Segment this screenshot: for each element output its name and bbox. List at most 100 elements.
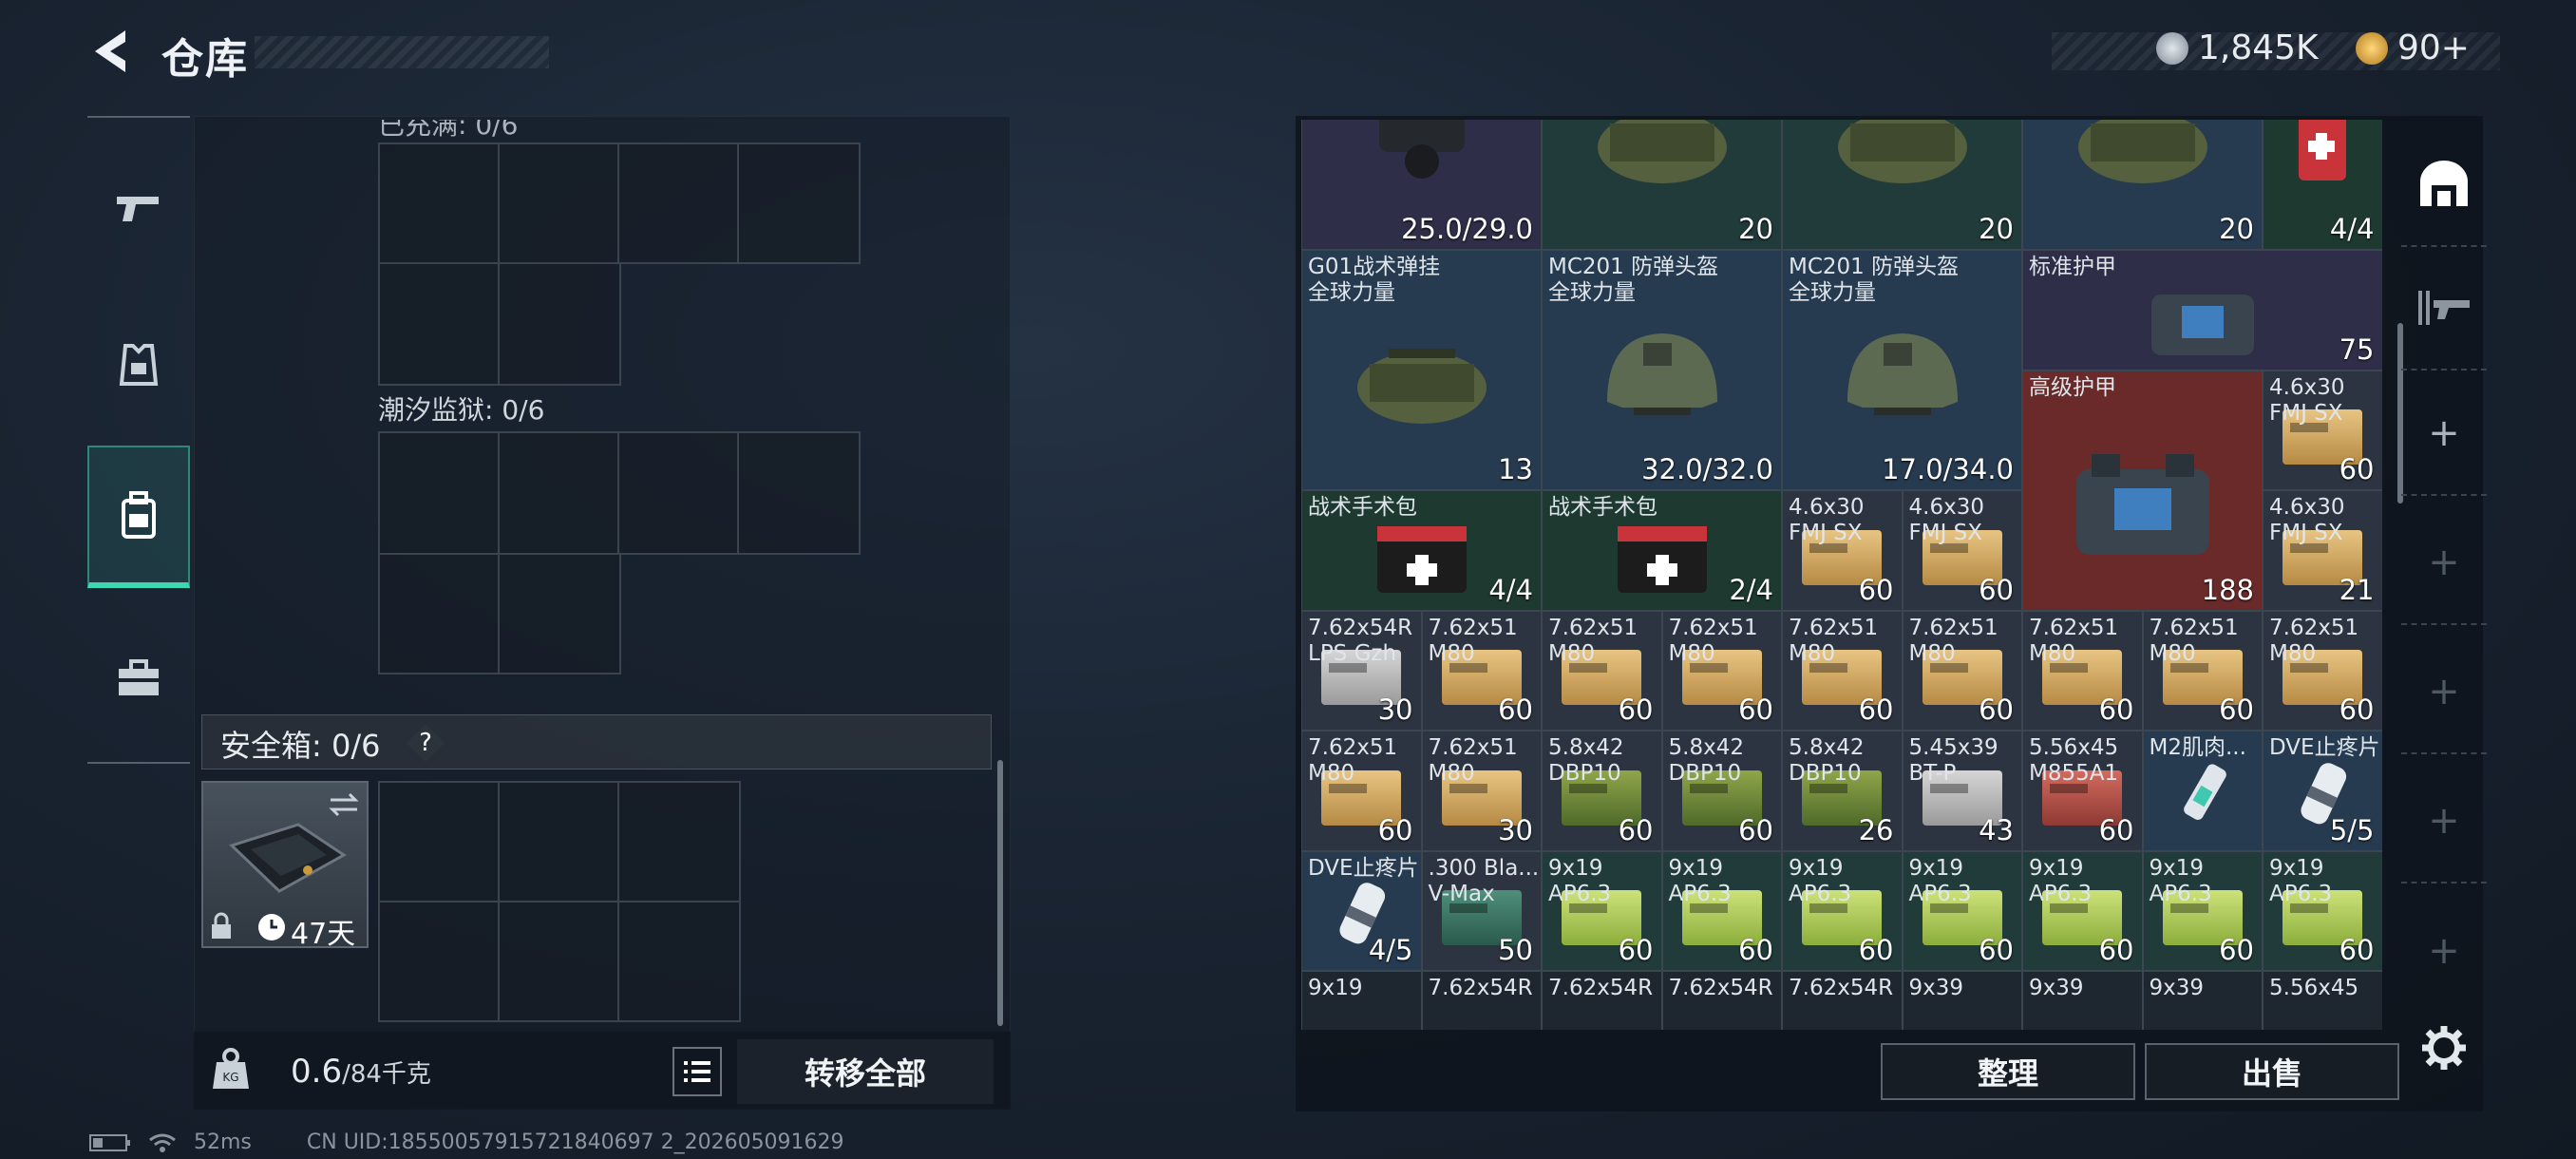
inventory-item[interactable]: 9x19 AP6.3 60 (1542, 850, 1662, 971)
container-slot[interactable] (737, 431, 861, 555)
inventory-item[interactable]: 5.56x45 (2263, 971, 2382, 1030)
inventory-item[interactable]: 20 (2022, 120, 2263, 250)
nav-backpack[interactable] (87, 446, 190, 588)
currency-secondary[interactable]: 90+ (2356, 28, 2470, 67)
swap-icon[interactable] (327, 790, 361, 819)
inventory-item[interactable]: MC201 防弹头盔 全球力量 17.0/34.0 (1782, 250, 2022, 490)
warehouse-icon (2420, 161, 2468, 206)
item-name: 7.62x54R (1789, 976, 1894, 1000)
back-button[interactable] (85, 25, 139, 78)
item-quantity: 30 (1498, 813, 1533, 846)
inventory-item[interactable]: 7.62x51 M80 60 (1542, 610, 1662, 731)
container-slot[interactable] (617, 142, 739, 264)
currency-primary[interactable]: 1,845K (2156, 28, 2319, 67)
page-title: 仓库 (161, 35, 249, 84)
rnav-add-4[interactable]: + (2401, 760, 2487, 884)
inventory-item[interactable]: 20 (1782, 120, 2022, 250)
inventory-item[interactable]: .300 Bla... V-Max 50 (1421, 850, 1542, 971)
inventory-item[interactable]: 9x19 AP6.3 60 (2142, 850, 2263, 971)
rnav-add-2[interactable]: + (2401, 502, 2487, 625)
container-slot[interactable] (378, 553, 500, 674)
secure-slot[interactable] (617, 781, 741, 902)
secure-slot[interactable] (378, 901, 500, 1022)
inventory-item[interactable]: 7.62x51 M80 60 (1782, 610, 1903, 731)
organize-button[interactable]: 整理 (1881, 1043, 2135, 1100)
item-quantity: 30 (1377, 694, 1413, 726)
inventory-item[interactable]: 20 (1542, 120, 1782, 250)
inventory-item[interactable]: 4.6x30 FMJ SX 60 (2263, 370, 2382, 490)
inventory-item[interactable]: 5.45x39 BT-P 43 (1902, 731, 2022, 851)
inventory-item[interactable]: 7.62x51 M80 60 (2263, 610, 2382, 731)
inventory-item[interactable]: 高级护甲 188 (2022, 370, 2263, 611)
inventory-item[interactable]: 9x39 (2142, 971, 2263, 1030)
inventory-item[interactable]: G01战术弹挂 全球力量 13 (1301, 250, 1542, 490)
inventory-item[interactable]: M2肌肉... (2142, 731, 2263, 851)
nav-weapon[interactable] (87, 137, 190, 279)
settings-button[interactable] (2420, 1024, 2468, 1075)
inventory-item[interactable]: 9x19 AP6.3 60 (2022, 850, 2143, 971)
inventory-item[interactable]: 7.62x54R (1542, 971, 1662, 1030)
inventory-item[interactable]: 7.62x51 M80 60 (1661, 610, 1782, 731)
inventory-item[interactable]: 7.62x54R (1782, 971, 1903, 1030)
inventory-item[interactable]: 战术手术包 4/4 (1301, 490, 1542, 611)
container-slot[interactable] (498, 262, 621, 386)
item-quantity: 2/4 (1729, 573, 1773, 606)
inventory-item[interactable]: 标准护甲 75 (2022, 250, 2382, 370)
inventory-item[interactable]: 5.8x42 DBP10 60 (1542, 731, 1662, 851)
left-scrollbar[interactable] (997, 760, 1003, 1026)
inventory-item[interactable]: 7.62x51 M80 60 (2022, 610, 2143, 731)
item-quantity: 17.0/34.0 (1882, 453, 2014, 485)
inventory-item[interactable]: 7.62x54R (1661, 971, 1782, 1030)
container-slot[interactable] (378, 431, 500, 555)
inventory-item[interactable]: 7.62x51 M80 30 (1421, 731, 1542, 851)
container-slot[interactable] (378, 262, 500, 386)
inventory-item[interactable]: 9x39 (2022, 971, 2143, 1030)
inventory-item[interactable]: 5.8x42 DBP10 26 (1782, 731, 1903, 851)
container-slot[interactable] (498, 142, 619, 264)
inventory-item[interactable]: 7.62x51 M80 60 (1902, 610, 2022, 731)
container-slot[interactable] (498, 431, 619, 555)
inventory-item[interactable]: 4.6x30 FMJ SX 60 (1902, 490, 2022, 611)
inventory-item[interactable]: 战术手术包 2/4 (1542, 490, 1782, 611)
rnav-add-1[interactable]: + (2401, 372, 2487, 496)
inventory-item[interactable]: 7.62x54R LPS Gzh 30 (1301, 610, 1422, 731)
inventory-item[interactable]: 9x39 (1902, 971, 2022, 1030)
container-slot[interactable] (498, 553, 621, 674)
item-quantity: 60 (1498, 694, 1533, 726)
inventory-item[interactable]: 7.62x54R (1421, 971, 1542, 1030)
secure-case-item[interactable]: 47天 (201, 781, 369, 951)
inventory-item[interactable]: 25.0/29.0 (1301, 120, 1542, 250)
secure-slot[interactable] (617, 901, 741, 1022)
secure-slot[interactable] (498, 901, 619, 1022)
rnav-add-3[interactable]: + (2401, 631, 2487, 754)
inventory-item[interactable]: 9x19 AP6.3 60 (2263, 850, 2382, 971)
inventory-item[interactable]: 4.6x30 FMJ SX 60 (1782, 490, 1903, 611)
inventory-item[interactable]: MC201 防弹头盔 全球力量 32.0/32.0 (1542, 250, 1782, 490)
inventory-item[interactable]: 9x19 AP6.3 60 (1902, 850, 2022, 971)
container-slot[interactable] (617, 431, 739, 555)
rnav-warehouse[interactable] (2401, 124, 2487, 247)
secure-slot[interactable] (378, 781, 500, 902)
inventory-item[interactable]: 7.62x51 M80 60 (1301, 731, 1422, 851)
rnav-add-5[interactable]: + (2401, 889, 2487, 1013)
inventory-item[interactable]: 7.62x51 M80 60 (2142, 610, 2263, 731)
inventory-item[interactable]: 4.6x30 FMJ SX 21 (2263, 490, 2382, 611)
inventory-item[interactable]: 9x19 AP6.3 60 (1661, 850, 1782, 971)
sell-button[interactable]: 出售 (2145, 1043, 2399, 1100)
inventory-item[interactable]: 7.62x51 M80 60 (1421, 610, 1542, 731)
container-slot[interactable] (378, 142, 500, 264)
secure-slot[interactable] (498, 781, 619, 902)
container-slot[interactable] (737, 142, 861, 264)
list-view-button[interactable] (672, 1047, 722, 1096)
nav-toolbox[interactable] (87, 607, 190, 750)
inventory-item[interactable]: 5.8x42 DBP10 60 (1661, 731, 1782, 851)
transfer-all-button[interactable]: 转移全部 (737, 1039, 994, 1104)
inventory-item[interactable]: 4/4 (2263, 120, 2382, 250)
inventory-item[interactable]: 9x19 AP6.3 60 (1782, 850, 1903, 971)
inventory-item[interactable]: DVE止疼片 4/5 (1301, 850, 1422, 971)
inventory-item[interactable]: 5.56x45 M855A1 60 (2022, 731, 2143, 851)
rnav-armory[interactable] (2401, 247, 2487, 370)
inventory-item[interactable]: DVE止疼片 5/5 (2263, 731, 2382, 851)
inventory-item[interactable]: 9x19 (1301, 971, 1422, 1030)
nav-chest-rig[interactable] (87, 294, 190, 436)
